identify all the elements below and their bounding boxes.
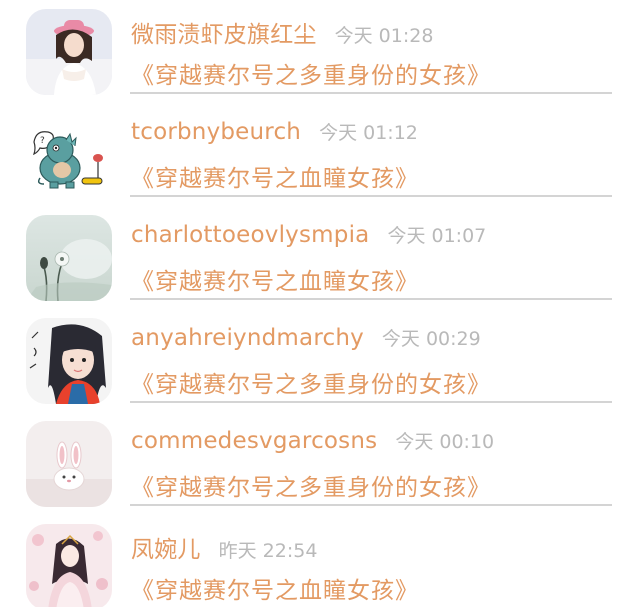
comment-header: commedesvgarcosns 今天 00:10 — [131, 427, 494, 461]
bunny-toy-avatar — [26, 421, 112, 507]
list-item[interactable]: ? tcorbnybeurch 今天 01:12 《穿越赛尔号之血瞳女孩》 — [0, 103, 640, 206]
avatar[interactable] — [26, 9, 112, 95]
username[interactable]: charlottoeovlysmpia — [131, 222, 369, 248]
divider — [130, 504, 612, 506]
list-item[interactable]: 微雨渍虾皮旗红尘 今天 01:28 《穿越赛尔号之多重身份的女孩》 — [0, 0, 640, 103]
list-item[interactable]: 凤婉儿 昨天 22:54 《穿越赛尔号之血瞳女孩》 — [0, 515, 640, 607]
divider — [130, 401, 612, 403]
girl-pink-hat-photo-avatar — [26, 9, 112, 95]
cartoon-dinosaur-avatar: ? — [26, 112, 112, 198]
timestamp: 今天 01:28 — [334, 25, 434, 47]
avatar[interactable]: ? — [26, 112, 112, 198]
divider — [130, 92, 612, 94]
anime-girl-avatar — [26, 524, 112, 607]
comment-header: anyahreiyndmarchy 今天 00:29 — [131, 324, 481, 358]
book-title-link[interactable]: 《穿越赛尔号之血瞳女孩》 — [131, 571, 419, 605]
timestamp: 昨天 22:54 — [218, 540, 318, 562]
comment-header: 微雨渍虾皮旗红尘 今天 01:28 — [131, 15, 433, 49]
comment-header: 凤婉儿 昨天 22:54 — [131, 530, 317, 564]
username[interactable]: anyahreiyndmarchy — [131, 325, 364, 351]
timestamp: 今天 01:07 — [387, 225, 487, 247]
book-title-link[interactable]: 《穿越赛尔号之血瞳女孩》 — [131, 262, 419, 296]
timestamp: 今天 00:29 — [381, 328, 481, 350]
username[interactable]: tcorbnybeurch — [131, 119, 301, 145]
book-title-link[interactable]: 《穿越赛尔号之多重身份的女孩》 — [131, 56, 491, 90]
comment-list: 微雨渍虾皮旗红尘 今天 01:28 《穿越赛尔号之多重身份的女孩》 ? tcor… — [0, 0, 640, 607]
divider — [130, 298, 612, 300]
avatar[interactable] — [26, 215, 112, 301]
divider — [130, 195, 612, 197]
username[interactable]: commedesvgarcosns — [131, 428, 377, 454]
comment-header: charlottoeovlysmpia 今天 01:07 — [131, 221, 486, 255]
dandelion-photo-avatar — [26, 215, 112, 301]
book-title-link[interactable]: 《穿越赛尔号之多重身份的女孩》 — [131, 365, 491, 399]
comment-header: tcorbnybeurch 今天 01:12 — [131, 118, 418, 152]
svg-text:?: ? — [40, 136, 45, 146]
girl-selfie-avatar — [26, 318, 112, 404]
book-title-link[interactable]: 《穿越赛尔号之血瞳女孩》 — [131, 159, 419, 193]
list-item[interactable]: commedesvgarcosns 今天 00:10 《穿越赛尔号之多重身份的女… — [0, 412, 640, 515]
avatar[interactable] — [26, 421, 112, 507]
book-title-link[interactable]: 《穿越赛尔号之多重身份的女孩》 — [131, 468, 491, 502]
avatar[interactable] — [26, 524, 112, 607]
username[interactable]: 凤婉儿 — [131, 530, 201, 564]
username[interactable]: 微雨渍虾皮旗红尘 — [131, 15, 317, 49]
avatar[interactable] — [26, 318, 112, 404]
list-item[interactable]: charlottoeovlysmpia 今天 01:07 《穿越赛尔号之血瞳女孩… — [0, 206, 640, 309]
list-item[interactable]: anyahreiyndmarchy 今天 00:29 《穿越赛尔号之多重身份的女… — [0, 309, 640, 412]
timestamp: 今天 00:10 — [395, 431, 495, 453]
timestamp: 今天 01:12 — [319, 122, 418, 144]
